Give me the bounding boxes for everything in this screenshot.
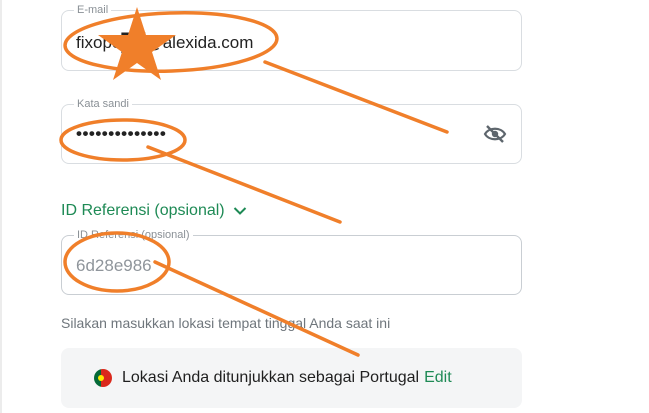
eye-slash-icon[interactable] <box>483 124 507 144</box>
email-label: E-mail <box>74 3 112 17</box>
portugal-flag-icon <box>94 369 112 387</box>
location-banner: Lokasi Anda ditunjukkan sebagai Portugal… <box>61 348 522 408</box>
referral-toggle-label: ID Referensi (opsional) <box>61 202 225 219</box>
referral-id-label: ID Referensi (opsional) <box>74 228 193 242</box>
password-label: Kata sandi <box>74 97 132 111</box>
password-field[interactable]: Kata sandi •••••••••••••• <box>61 97 522 164</box>
edit-location-link[interactable]: Edit <box>424 369 452 387</box>
password-value[interactable]: •••••••••••••• <box>76 123 166 145</box>
left-edge-divider <box>0 0 2 413</box>
email-field[interactable]: E-mail fixope██@alexida.com <box>61 3 522 71</box>
location-hint: Silakan masukkan lokasi tempat tinggal A… <box>61 315 391 331</box>
referral-toggle[interactable]: ID Referensi (opsional) <box>61 201 247 221</box>
email-value[interactable]: fixope██@alexida.com <box>76 32 253 54</box>
referral-id-value[interactable]: 6d28e986 <box>76 255 152 277</box>
location-text: Lokasi Anda ditunjukkan sebagai Portugal <box>122 369 420 386</box>
referral-id-field[interactable]: ID Referensi (opsional) 6d28e986 <box>61 228 522 295</box>
chevron-down-icon <box>233 207 246 215</box>
